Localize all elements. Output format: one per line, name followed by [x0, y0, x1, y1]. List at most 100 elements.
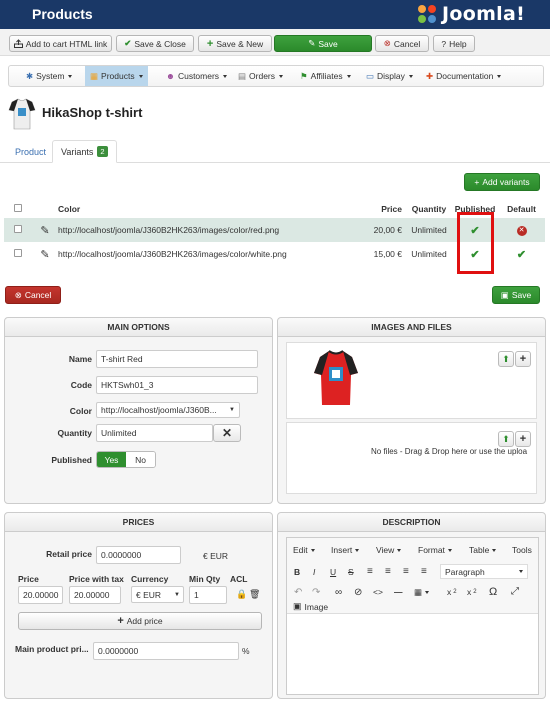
plus-icon: +	[206, 37, 214, 50]
tab-variants[interactable]: Variants 2	[52, 140, 117, 163]
description-panel: DESCRIPTION Edit Insert View Format Tabl…	[277, 512, 546, 699]
superscript-icon[interactable]: x2	[467, 587, 477, 597]
chevron-down-icon: ▼	[229, 407, 235, 413]
caret-icon	[355, 548, 360, 552]
help-button[interactable]: ? Help	[433, 35, 475, 52]
upload-image-button[interactable]: ⬆	[498, 351, 514, 367]
add-variants-button[interactable]: + Add variants	[464, 173, 540, 191]
edit-menu[interactable]: Edit	[293, 545, 315, 555]
fullscreen-icon[interactable]: ⤢	[511, 586, 519, 597]
cancel-button[interactable]: ⊗ Cancel	[375, 35, 429, 52]
save-new-button[interactable]: + Save & New	[198, 35, 272, 52]
price-field[interactable]: 20.00000	[18, 586, 63, 604]
menu-documentation[interactable]: ✚ Documentation	[421, 66, 506, 86]
underline-icon[interactable]: U	[330, 567, 336, 577]
align-justify-icon[interactable]: ≡	[421, 566, 427, 577]
save-close-button[interactable]: ✔ Save & Close	[116, 35, 194, 52]
published-no[interactable]: No	[126, 452, 155, 467]
menu-affiliates[interactable]: ⚑ Affiliates	[295, 66, 356, 86]
menu-affiliates-label: Affiliates	[310, 71, 343, 81]
menu-products[interactable]: ▦ Products	[85, 66, 148, 86]
code-field[interactable]: HKTSwh01_3	[96, 376, 258, 394]
published-toggle[interactable]: Yes No	[96, 451, 156, 468]
rich-text-editor[interactable]: Edit Insert View Format Table Tools B I …	[286, 537, 539, 695]
joomla-logo[interactable]: Joomla!	[416, 2, 541, 26]
files-dropzone[interactable]: ⬆ + No files - Drag & Drop here or use t…	[286, 422, 537, 494]
color-select[interactable]: http://localhost/joomla/J360B... ▼	[96, 402, 240, 418]
clear-quantity-button[interactable]: ✕	[213, 424, 241, 442]
paragraph-select-value: Paragraph	[445, 566, 485, 577]
italic-icon[interactable]: I	[313, 567, 315, 577]
format-menu[interactable]: Format	[418, 545, 452, 555]
add-to-cart-label: Add to cart HTML link	[25, 38, 108, 49]
min-qty-field[interactable]: 1	[189, 586, 227, 604]
variant-save-label: Save	[511, 290, 532, 300]
subscript-icon[interactable]: x2	[447, 587, 457, 597]
select-all-checkbox[interactable]	[14, 204, 22, 212]
horizontal-rule-icon[interactable]: —	[394, 587, 403, 597]
link-icon[interactable]: ∞	[335, 587, 342, 598]
caret-icon	[138, 74, 143, 78]
product-name: HikaShop t-shirt	[42, 105, 143, 120]
prices-panel: PRICES Retail price 0.0000000 € EUR Pric…	[4, 512, 273, 699]
caret-icon	[492, 548, 497, 552]
view-menu[interactable]: View	[376, 545, 402, 555]
tools-menu[interactable]: Tools	[512, 545, 532, 555]
paragraph-select[interactable]: Paragraph	[440, 564, 528, 579]
main-options-title: MAIN OPTIONS	[5, 318, 272, 337]
menu-system[interactable]: ✱ System	[21, 66, 77, 86]
caret-icon	[408, 74, 413, 78]
price-with-tax-field[interactable]: 20.00000	[69, 586, 121, 604]
tab-variants-label: Variants	[61, 146, 94, 157]
variant-cancel-button[interactable]: ⊗ Cancel	[5, 286, 61, 304]
strikethrough-icon[interactable]: S	[348, 567, 354, 577]
undo-icon[interactable]: ↶	[294, 587, 302, 598]
menu-system-label: System	[36, 71, 65, 81]
main-menu: ✱ System ▦ Products ☻ Customers ▤ Orders…	[8, 65, 544, 87]
edit-pencil-icon[interactable]: ✎	[32, 242, 58, 266]
save-button[interactable]: ✎ Save	[274, 35, 372, 52]
upload-arrow-icon: ⬆	[502, 433, 510, 444]
menu-display[interactable]: ▭ Display	[361, 66, 418, 86]
edit-pencil-icon[interactable]: ✎	[32, 218, 58, 242]
align-right-icon[interactable]: ≡	[403, 566, 409, 577]
caret-icon	[519, 570, 523, 573]
table-icon[interactable]: ▦	[414, 587, 430, 598]
row-select-cell	[4, 242, 32, 266]
trash-icon[interactable]: 🗑	[249, 589, 260, 600]
add-image-button[interactable]: +	[515, 351, 531, 367]
currency-select[interactable]: € EUR ▼	[131, 586, 184, 603]
published-yes[interactable]: Yes	[97, 452, 126, 467]
unlink-icon[interactable]: ⊘	[354, 587, 362, 598]
retail-price-field[interactable]: 0.0000000	[96, 546, 181, 564]
add-price-button[interactable]: + Add price	[18, 612, 262, 630]
quantity-field[interactable]: Unlimited	[96, 424, 213, 442]
default-check-icon[interactable]: ✔	[498, 242, 545, 266]
align-left-icon[interactable]: ≡	[367, 566, 373, 577]
add-to-cart-link-button[interactable]: Add to cart HTML link	[9, 35, 112, 52]
variant-price: 15,00 €	[373, 249, 402, 259]
align-center-icon[interactable]: ≡	[385, 566, 391, 577]
variant-save-button[interactable]: ▣ Save	[492, 286, 540, 304]
main-product-price-field[interactable]: 0.0000000	[93, 642, 239, 660]
code-icon[interactable]: <>	[373, 587, 383, 597]
name-field[interactable]: T-shirt Red	[96, 350, 258, 368]
row-checkbox[interactable]	[14, 249, 22, 257]
menu-orders[interactable]: ▤ Orders	[233, 66, 288, 86]
images-dropzone[interactable]: ⬆ +	[286, 342, 537, 419]
bold-icon[interactable]: B	[294, 567, 300, 577]
redo-icon[interactable]: ↷	[312, 587, 320, 598]
menu-customers[interactable]: ☻ Customers	[161, 66, 232, 86]
add-file-button[interactable]: +	[515, 431, 531, 447]
upload-file-button[interactable]: ⬆	[498, 431, 514, 447]
edit-menu-label: Edit	[293, 545, 308, 555]
display-icon: ▭	[366, 70, 375, 81]
insert-image-button[interactable]: ▣ Image	[293, 601, 328, 612]
not-default-icon[interactable]: ✕	[516, 226, 527, 236]
lock-icon[interactable]: 🔒	[236, 589, 247, 600]
insert-menu[interactable]: Insert	[331, 545, 360, 555]
special-character-icon[interactable]: Ω	[489, 586, 497, 598]
tab-product[interactable]: Product	[7, 140, 54, 163]
row-checkbox[interactable]	[14, 225, 22, 233]
table-menu[interactable]: Table	[469, 545, 497, 555]
